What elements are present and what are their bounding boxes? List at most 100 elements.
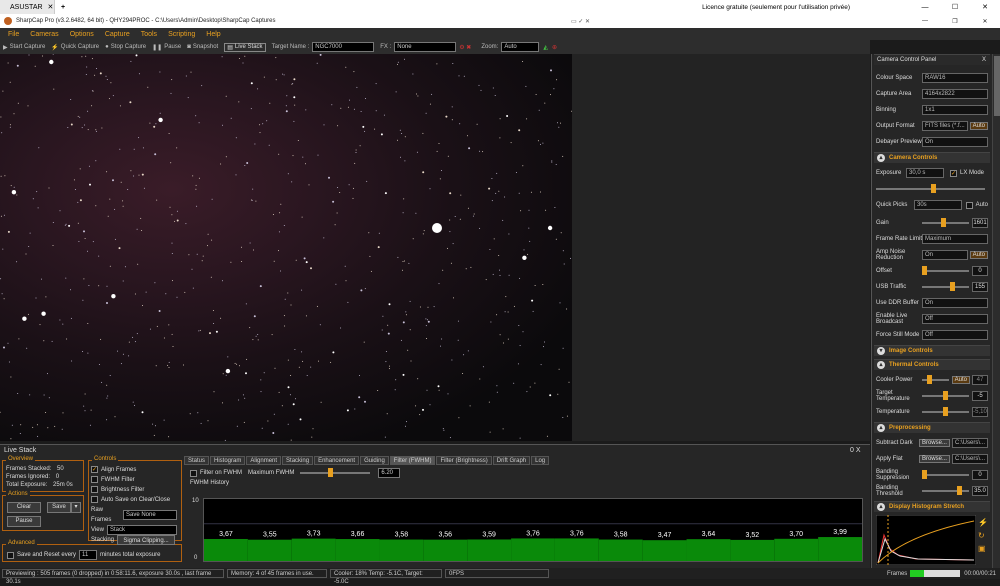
zoom-target-icon[interactable]: ⊕ <box>552 44 557 51</box>
exposure-input[interactable]: 30,0 s <box>906 168 944 178</box>
app-restore-icon[interactable]: ❐ <box>940 18 970 25</box>
view-select[interactable]: Stack <box>107 525 177 535</box>
ddr-select[interactable]: On <box>922 298 988 308</box>
banding-supp-slider[interactable] <box>922 470 969 479</box>
camera-controls-header[interactable]: ▴ Camera Controls <box>874 152 990 163</box>
clear-button[interactable]: Clear <box>7 502 41 513</box>
output-format-select[interactable]: FITS files (*.f... <box>922 121 968 131</box>
quick-capture-button[interactable]: ⚡ Quick Capture <box>51 44 99 51</box>
usb-slider[interactable] <box>922 282 969 291</box>
tab-enhancement[interactable]: Enhancement <box>314 456 360 465</box>
histogram-tools[interactable]: ⚡ ↻ ▣ <box>978 516 988 555</box>
fx-select[interactable]: None <box>394 42 457 52</box>
amp-auto-button[interactable]: Auto <box>969 251 988 259</box>
start-capture-button[interactable]: ▶ Start Capture <box>3 44 45 51</box>
histogram-header[interactable]: ▴ Display Histogram Stretch <box>874 501 990 512</box>
debayer-select[interactable]: On <box>922 137 988 147</box>
offset-slider[interactable] <box>922 266 969 275</box>
filter-fwhm-checkbox[interactable] <box>190 469 197 477</box>
tab-alignment[interactable]: Alignment <box>246 456 282 465</box>
menu-capture[interactable]: Capture <box>105 31 130 38</box>
dark-path-select[interactable]: C:\Users\... <box>951 438 988 448</box>
zoom-tools-icon[interactable]: ◭ <box>543 44 548 51</box>
gain-slider[interactable] <box>922 218 969 227</box>
menu-tools[interactable]: Tools <box>141 31 157 38</box>
menu-file[interactable]: File <box>8 31 19 38</box>
panel-scrollbar[interactable] <box>992 54 1000 568</box>
offset-value[interactable]: 0 <box>972 266 988 276</box>
tab-filter-brightness[interactable]: Filter (Brightness) <box>436 456 492 465</box>
menu-help[interactable]: Help <box>206 31 220 38</box>
max-fwhm-slider[interactable] <box>300 468 371 477</box>
maximize-icon[interactable]: ☐ <box>940 3 970 11</box>
save-dropdown-icon[interactable]: ▾ <box>71 502 81 513</box>
flat-browse-button[interactable]: Browse... <box>918 455 950 463</box>
frame-rate-select[interactable]: Maximum <box>922 234 988 244</box>
close-tab-icon[interactable]: ✕ <box>48 3 54 11</box>
quick-picks-select[interactable]: 30s <box>914 200 962 210</box>
amp-noise-select[interactable]: On <box>922 250 968 260</box>
target-temp-value[interactable]: -5 <box>972 391 988 401</box>
save-reset-input[interactable]: 11 <box>79 550 98 560</box>
colour-space-select[interactable]: RAW16 <box>922 73 988 83</box>
tab-drift-graph[interactable]: Drift Graph <box>492 456 531 465</box>
histogram-graph[interactable] <box>876 515 976 565</box>
cooler-power-slider[interactable] <box>922 375 949 384</box>
tab-status[interactable]: Status <box>184 456 210 465</box>
stacking-button[interactable]: Sigma Clipping... <box>117 535 175 545</box>
thermal-controls-header[interactable]: ▴ Thermal Controls <box>874 359 990 370</box>
raw-frames-select[interactable]: Save None <box>123 510 177 520</box>
flat-path-select[interactable]: C:\Users\... <box>951 454 988 464</box>
broadcast-select[interactable]: Off <box>922 314 988 324</box>
target-name-input[interactable]: NGC7000 <box>312 42 375 52</box>
banding-thresh-slider[interactable] <box>922 486 969 495</box>
target-temp-slider[interactable] <box>922 391 969 400</box>
tab-log[interactable]: Log <box>531 456 550 465</box>
pause-stack-button[interactable]: Pause <box>7 516 41 527</box>
zoom-select[interactable]: Auto <box>501 42 540 52</box>
menu-options[interactable]: Options <box>70 31 94 38</box>
banding-supp-value[interactable]: 0 <box>972 470 988 480</box>
brightness-filter-checkbox[interactable] <box>91 485 98 493</box>
tab-guiding[interactable]: Guiding <box>360 456 389 465</box>
live-stack-close-button[interactable]: 0 X <box>850 447 861 454</box>
auto-save-checkbox[interactable] <box>91 495 98 503</box>
fx-settings-icon[interactable]: ⚙ ✖ <box>459 44 471 51</box>
snapshot-button[interactable]: ◙ Snapshot <box>187 44 218 50</box>
gain-value[interactable]: 1601 <box>972 218 988 228</box>
stop-capture-button[interactable]: ● Stop Capture <box>105 44 146 50</box>
capture-area-select[interactable]: 4164x2822 <box>922 89 988 99</box>
tab-filter-fwhm[interactable]: Filter (FWHM) <box>389 456 436 465</box>
still-mode-select[interactable]: Off <box>922 330 988 340</box>
image-controls-header[interactable]: ▾ Image Controls <box>874 345 990 356</box>
tab-histogram[interactable]: Histogram <box>210 456 246 465</box>
app-close-icon[interactable]: ✕ <box>970 18 1000 25</box>
output-auto-button[interactable]: Auto <box>969 122 988 130</box>
new-tab-button[interactable]: + <box>61 4 65 11</box>
lx-mode-checkbox[interactable] <box>950 169 957 177</box>
align-frames-checkbox[interactable] <box>91 465 98 473</box>
preprocessing-header[interactable]: ▴ Preprocessing <box>874 422 990 433</box>
quick-auto-checkbox[interactable] <box>965 201 973 209</box>
tab-stacking[interactable]: Stacking <box>282 456 314 465</box>
dark-browse-button[interactable]: Browse... <box>918 439 950 447</box>
fwhm-filter-checkbox[interactable] <box>91 475 98 483</box>
exposure-slider[interactable] <box>876 184 985 193</box>
camera-preview-image[interactable] <box>0 54 572 441</box>
banding-thresh-value[interactable]: 35.0 <box>972 486 988 496</box>
pause-button[interactable]: ❚❚ Pause <box>152 44 181 51</box>
panel-close-icon[interactable]: X <box>982 57 986 63</box>
minimize-icon[interactable]: — <box>910 4 940 11</box>
cooler-auto-button[interactable]: Auto <box>951 376 970 384</box>
menu-scripting[interactable]: Scripting <box>168 31 195 38</box>
close-icon[interactable]: ✕ <box>970 3 1000 11</box>
browser-tab[interactable]: ASUSTAR ✕ <box>0 0 55 14</box>
binning-select[interactable]: 1x1 <box>922 105 988 115</box>
menu-cameras[interactable]: Cameras <box>30 31 58 38</box>
save-button[interactable]: Save <box>47 502 71 513</box>
max-fwhm-value[interactable]: 6.20 <box>378 468 401 478</box>
save-reset-checkbox[interactable] <box>7 551 14 559</box>
app-minimize-icon[interactable]: — <box>910 18 940 24</box>
usb-value[interactable]: 155 <box>972 282 988 292</box>
live-stack-button[interactable]: ▤ Live Stack <box>224 42 266 52</box>
